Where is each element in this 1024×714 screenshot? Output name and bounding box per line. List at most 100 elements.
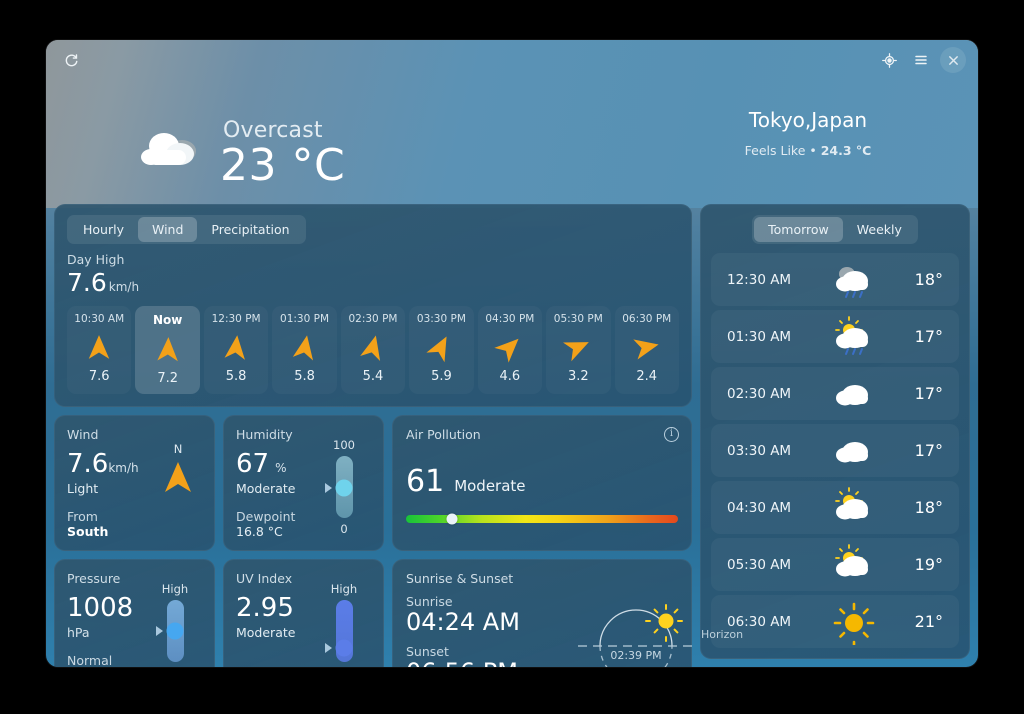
- uv-gauge-thumb[interactable]: [336, 640, 353, 657]
- hourly-item-value: 7.6: [89, 369, 110, 384]
- hourly-list: 10:30 AM7.6Now7.212:30 PM5.801:30 PM5.80…: [67, 306, 679, 394]
- hourly-item[interactable]: 03:30 PM 5.9: [409, 306, 473, 394]
- aqi-readout: 61 Moderate: [406, 464, 678, 499]
- current-time-label: 02:39 PM: [610, 649, 661, 662]
- wind-direction-arrow-icon: [152, 333, 183, 364]
- hamburger-menu-icon[interactable]: [908, 47, 934, 73]
- wind-card-title: Wind: [67, 427, 202, 442]
- location-target-icon[interactable]: [876, 47, 902, 73]
- forecast-time: 12:30 AM: [727, 272, 809, 288]
- wind-card: Wind 7.6km/h Light FromSouth N: [54, 415, 215, 551]
- wind-direction-arrow-icon: [355, 329, 391, 365]
- aqi-level: Moderate: [454, 477, 525, 495]
- hourly-item-value: 5.8: [226, 369, 247, 384]
- pressure-gauge[interactable]: High Low: [148, 582, 202, 667]
- forecast-icon-wrap: [809, 371, 899, 417]
- feels-like-prefix: Feels Like •: [745, 143, 821, 158]
- hourly-item-time: 02:30 PM: [348, 313, 397, 325]
- forecast-time: 04:30 AM: [727, 500, 809, 516]
- hourly-item[interactable]: 12:30 PM5.8: [204, 306, 268, 394]
- hourly-item-time: Now: [153, 313, 182, 327]
- compass-north-label: N: [156, 442, 200, 456]
- current-temperature: 23 °C: [220, 143, 345, 189]
- tab-tomorrow[interactable]: Tomorrow: [754, 217, 843, 242]
- wind-direction-arrow-icon: [84, 332, 114, 362]
- hourly-item[interactable]: 05:30 PM3.2: [546, 306, 610, 394]
- current-conditions: Overcast 23 °C: [134, 118, 345, 189]
- wind-direction-arrow-icon: [220, 331, 253, 364]
- uv-gauge-low: Low: [317, 666, 371, 667]
- cloud-icon: [829, 371, 879, 417]
- tab-hourly[interactable]: Hourly: [69, 217, 138, 242]
- hourly-tabs: Hourly Wind Precipitation: [67, 215, 306, 244]
- tab-precipitation[interactable]: Precipitation: [197, 217, 303, 242]
- sunset-time: 06:56 PM: [406, 659, 576, 667]
- titlebar: [46, 40, 978, 80]
- aqi-scale-bar[interactable]: [406, 515, 678, 523]
- forecast-temp: 17°: [899, 384, 943, 403]
- pressure-gauge-thumb[interactable]: [167, 622, 184, 639]
- humidity-gauge-thumb[interactable]: [336, 480, 353, 497]
- hourly-item[interactable]: 01:30 PM5.8: [272, 306, 336, 394]
- wind-from: FromSouth: [67, 509, 202, 539]
- hourly-item[interactable]: 04:30 PM 4.6: [478, 306, 542, 394]
- hourly-item[interactable]: 02:30 PM5.4: [341, 306, 405, 394]
- wind-direction-arrow-icon: [287, 330, 322, 365]
- detail-row-2: Pressure 1008 hPa Normal High Low UV In: [54, 559, 692, 667]
- sunrise-time: 04:24 AM: [406, 609, 576, 637]
- day-high-number: 7.6: [67, 268, 107, 297]
- forecast-row[interactable]: 12:30 AM18°: [711, 253, 959, 306]
- hourly-item[interactable]: 06:30 PM2.4: [615, 306, 679, 394]
- wind-from-value: South: [67, 524, 202, 539]
- wind-direction-arrow-icon: [629, 329, 665, 365]
- forecast-row[interactable]: 02:30 AM17°: [711, 367, 959, 420]
- forecast-icon-wrap: [809, 428, 899, 474]
- forecast-temp: 21°: [899, 612, 943, 631]
- wind-direction-arrow-icon: [161, 458, 195, 496]
- tab-weekly[interactable]: Weekly: [843, 217, 916, 242]
- humidity-card: Humidity 67% Moderate Dewpoint16.8 °C 10…: [223, 415, 384, 551]
- forecast-row[interactable]: 04:30 AM18°: [711, 481, 959, 534]
- hourly-item-time: 03:30 PM: [417, 313, 466, 325]
- sun-icon: [646, 605, 682, 641]
- tab-wind[interactable]: Wind: [138, 217, 197, 242]
- forecast-time: 01:30 AM: [727, 329, 809, 345]
- forecast-row[interactable]: 05:30 AM19°: [711, 538, 959, 591]
- pressure-card: Pressure 1008 hPa Normal High Low: [54, 559, 215, 667]
- air-pollution-card: Air Pollution i 61 Moderate: [392, 415, 692, 551]
- forecast-row[interactable]: 03:30 AM17°: [711, 424, 959, 477]
- wind-speed-unit: km/h: [108, 461, 138, 475]
- pressure-gauge-low: Low: [148, 666, 202, 667]
- forecast-row[interactable]: 01:30 AM17°: [711, 310, 959, 363]
- wind-direction-arrow-icon: [489, 326, 531, 368]
- sun-times: Sunrise 04:24 AM Sunset 06:56 PM: [406, 586, 576, 667]
- wind-speed-value: 7.6: [67, 449, 108, 479]
- sunrise-sunset-card: Sunrise & Sunset Sunrise 04:24 AM Sunset…: [392, 559, 692, 667]
- refresh-icon[interactable]: [58, 47, 84, 73]
- aqi-scale-thumb[interactable]: [447, 514, 458, 525]
- humidity-gauge-max: 100: [317, 438, 371, 452]
- city-name: Tokyo,Japan: [678, 108, 938, 132]
- forecast-icon-wrap: [809, 314, 899, 360]
- hourly-item-value: 5.9: [431, 369, 452, 384]
- humidity-gauge[interactable]: 100 0: [317, 438, 371, 536]
- cloud-rain-night-icon: [829, 257, 879, 303]
- humidity-number: 67: [236, 449, 269, 479]
- day-high-value: 7.6km/h: [67, 268, 679, 297]
- info-icon[interactable]: i: [664, 427, 679, 442]
- hourly-item-time: 04:30 PM: [485, 313, 534, 325]
- location-block: Tokyo,Japan Feels Like • 24.3 °C: [678, 108, 938, 158]
- sunrise-label: Sunrise: [406, 594, 576, 609]
- close-icon[interactable]: [940, 47, 966, 73]
- hourly-item[interactable]: 10:30 AM7.6: [67, 306, 131, 394]
- hourly-item-time: 06:30 PM: [622, 313, 671, 325]
- uv-gauge[interactable]: High Low: [317, 582, 371, 667]
- hourly-item[interactable]: Now7.2: [135, 306, 199, 394]
- forecast-temp: 19°: [899, 555, 943, 574]
- dewpoint-label: Dewpoint: [236, 509, 295, 524]
- hourly-item-value: 4.6: [500, 369, 521, 384]
- hourly-wind-card: Hourly Wind Precipitation Day High 7.6km…: [54, 204, 692, 407]
- app-header: Overcast 23 °C Tokyo,Japan Feels Like • …: [46, 40, 978, 208]
- forecast-tabs: Tomorrow Weekly: [711, 215, 959, 244]
- humidity-gauge-min: 0: [317, 522, 371, 536]
